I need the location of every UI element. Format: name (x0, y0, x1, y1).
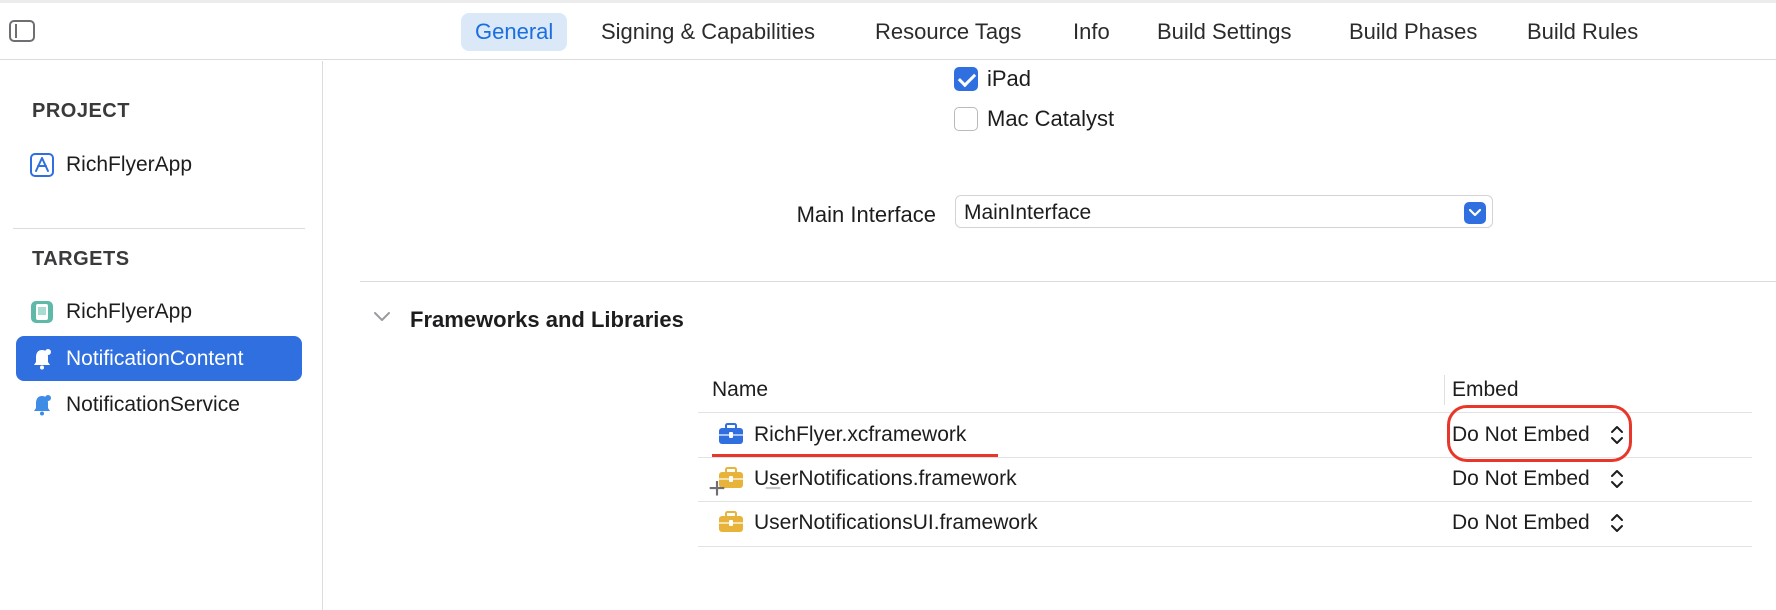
sidebar-item-label: NotificationContent (66, 347, 244, 370)
embed-popup[interactable]: Do Not Embed (1452, 501, 1590, 545)
up-down-chevron-icon (1610, 468, 1624, 490)
main-interface-popup[interactable]: MainInterface (955, 195, 1493, 228)
table-bottom-divider (698, 546, 1752, 547)
annotation-highlight-oval (1447, 405, 1632, 462)
ipad-checkbox[interactable] (954, 67, 978, 91)
tab-bar: General Signing & Capabilities Resource … (0, 0, 1776, 60)
checkbox-label: iPad (987, 66, 1032, 91)
tab-build-settings[interactable]: Build Settings (1157, 13, 1292, 51)
project-header: PROJECT (32, 100, 130, 122)
sidebar-divider (13, 228, 305, 229)
app-project-icon (30, 153, 54, 177)
targets-header: TARGETS (32, 248, 130, 270)
table-row[interactable]: UserNotificationsUI.framework Do Not Emb… (698, 501, 1752, 545)
framework-name: RichFlyer.xcframework (754, 423, 967, 446)
tab-build-phases[interactable]: Build Phases (1349, 13, 1477, 51)
popup-value: MainInterface (964, 201, 1092, 224)
tab-info[interactable]: Info (1073, 13, 1110, 51)
sidebar-item-target-richflyerapp[interactable]: RichFlyerApp (16, 289, 302, 334)
framework-name: UserNotifications.framework (754, 467, 1017, 490)
tab-general[interactable]: General (461, 13, 568, 51)
framework-name: UserNotificationsUI.framework (754, 511, 1038, 534)
embed-popup[interactable]: Do Not Embed (1452, 457, 1590, 501)
app-target-icon (30, 300, 54, 324)
bell-icon (30, 393, 54, 417)
annotation-underline (712, 454, 998, 457)
main-interface-label: Main Interface (796, 202, 936, 227)
add-framework-button[interactable]: + (702, 474, 732, 505)
checkbox-label: Mac Catalyst (987, 106, 1115, 131)
section-separator (360, 281, 1776, 282)
remove-framework-button[interactable]: − (758, 474, 788, 505)
tab-signing-capabilities[interactable]: Signing & Capabilities (601, 13, 815, 51)
tab-resource-tags[interactable]: Resource Tags (875, 13, 1021, 51)
sidebar-toggle-icon[interactable] (9, 20, 35, 42)
bell-icon (30, 347, 54, 371)
disclosure-chevron-icon[interactable] (372, 309, 392, 325)
sidebar-item-notificationservice[interactable]: NotificationService (16, 382, 302, 427)
toolbox-icon (718, 511, 744, 533)
up-down-chevron-icon (1610, 512, 1624, 534)
sidebar-item-label: RichFlyerApp (66, 153, 193, 176)
toolbox-icon (718, 423, 744, 445)
frameworks-section-title: Frameworks and Libraries (410, 307, 684, 332)
mac-catalyst-checkbox[interactable] (954, 107, 978, 131)
tab-build-rules[interactable]: Build Rules (1527, 13, 1638, 51)
project-navigator: PROJECT RichFlyerApp TARGETS RichFlyerAp… (0, 61, 323, 610)
sidebar-item-project-richflyerapp[interactable]: RichFlyerApp (16, 142, 302, 187)
column-header-name[interactable]: Name (712, 367, 768, 412)
sidebar-item-label: RichFlyerApp (66, 300, 193, 323)
sidebar-item-notificationcontent[interactable]: NotificationContent (16, 336, 302, 381)
general-editor: iPad Mac Catalyst Main Interface MainInt… (324, 61, 1776, 610)
chevron-down-icon (1464, 202, 1486, 224)
sidebar-item-label: NotificationService (66, 393, 240, 416)
column-separator (1444, 375, 1445, 405)
table-row[interactable]: UserNotifications.framework Do Not Embed (698, 457, 1752, 501)
